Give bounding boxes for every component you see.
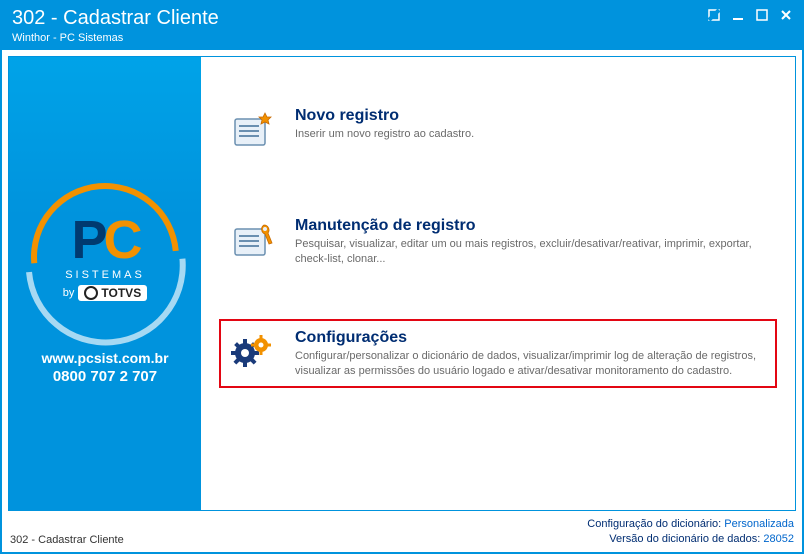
sidebar-url[interactable]: www.pcsist.com.br — [41, 350, 168, 366]
status-right: Configuração do dicionário: Personalizad… — [587, 517, 794, 546]
settings-icon — [229, 329, 277, 377]
option-title: Configurações — [295, 329, 767, 347]
window-frame: 302 - Cadastrar Cliente Winthor - PC Sis… — [0, 0, 804, 554]
content-area: Novo registro Inserir um novo registro a… — [201, 57, 795, 510]
status-left: 302 - Cadastrar Cliente — [10, 534, 124, 546]
option-desc: Configurar/personalizar o dicionário de … — [295, 349, 767, 379]
maximize-icon[interactable] — [756, 8, 768, 24]
window-body: PC SISTEMAS by TOTVS www.pcsist.com.br 0… — [2, 50, 802, 552]
option-manutencao-registro[interactable]: Manutenção de registro Pesquisar, visual… — [219, 207, 777, 277]
status-config-label: Configuração do dicionário: — [587, 518, 721, 530]
logo: PC SISTEMAS by TOTVS — [30, 182, 180, 332]
titlebar-text: 302 - Cadastrar Cliente Winthor - PC Sis… — [12, 6, 219, 44]
titlebar: 302 - Cadastrar Cliente Winthor - PC Sis… — [2, 2, 802, 50]
option-text: Manutenção de registro Pesquisar, visual… — [295, 217, 767, 267]
option-desc: Pesquisar, visualizar, editar um ou mais… — [295, 237, 767, 267]
option-text: Configurações Configurar/personalizar o … — [295, 329, 767, 379]
option-configuracoes[interactable]: Configurações Configurar/personalizar o … — [219, 319, 777, 389]
sidebar: PC SISTEMAS by TOTVS www.pcsist.com.br 0… — [9, 57, 201, 510]
close-icon[interactable] — [780, 8, 792, 24]
new-record-icon — [229, 107, 277, 155]
option-title: Manutenção de registro — [295, 217, 767, 235]
maintain-record-icon — [229, 217, 277, 265]
option-desc: Inserir um novo registro ao cadastro. — [295, 127, 767, 142]
statusbar: 302 - Cadastrar Cliente Configuração do … — [8, 515, 796, 546]
status-config-value: Personalizada — [724, 518, 794, 530]
restore-icon[interactable] — [708, 8, 720, 24]
window-subtitle: Winthor - PC Sistemas — [12, 32, 219, 44]
option-title: Novo registro — [295, 107, 767, 125]
window-title: 302 - Cadastrar Cliente — [12, 6, 219, 30]
window-controls — [708, 8, 792, 24]
sidebar-phone: 0800 707 2 707 — [41, 368, 168, 385]
main-panel: PC SISTEMAS by TOTVS www.pcsist.com.br 0… — [8, 56, 796, 511]
status-version-label: Versão do dicionário de dados: — [609, 533, 760, 545]
status-version-value: 28052 — [763, 533, 794, 545]
logo-ring-icon — [1, 153, 210, 362]
status-version-row: Versão do dicionário de dados: 28052 — [587, 532, 794, 546]
option-novo-registro[interactable]: Novo registro Inserir um novo registro a… — [219, 97, 777, 165]
minimize-icon[interactable] — [732, 8, 744, 24]
sidebar-contact: www.pcsist.com.br 0800 707 2 707 — [41, 350, 168, 385]
status-config-row: Configuração do dicionário: Personalizad… — [587, 517, 794, 531]
option-text: Novo registro Inserir um novo registro a… — [295, 107, 767, 142]
